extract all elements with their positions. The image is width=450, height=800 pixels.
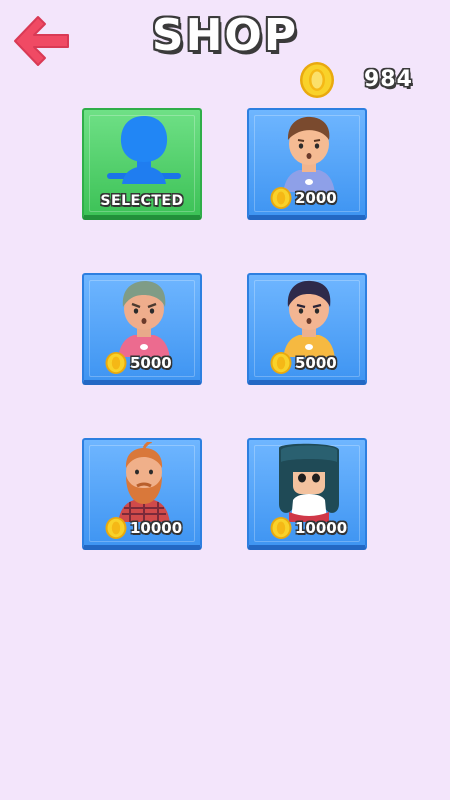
- coin-count: 984: [364, 67, 413, 92]
- price-tag: 5000: [104, 350, 172, 376]
- boy-dark-hair-yellow-shirt-icon: [283, 280, 335, 357]
- coin-icon: [300, 62, 334, 98]
- girl-long-hair-icon: [279, 443, 339, 522]
- price-label: 10000: [130, 519, 183, 537]
- shop-item-selected[interactable]: SELECTED: [82, 108, 202, 220]
- boy-blue-shirt-icon: [283, 116, 335, 192]
- price-tag: 5000: [269, 350, 337, 376]
- shop-item-2000[interactable]: 2000: [247, 108, 367, 220]
- price-tag: 2000: [269, 185, 337, 211]
- price-tag: 10000: [269, 515, 347, 541]
- boy-green-hair-pink-shirt-icon: [118, 281, 170, 357]
- shop-item-10000-a[interactable]: 10000: [82, 438, 202, 550]
- price-label: 10000: [295, 519, 348, 537]
- coin-icon: [270, 187, 292, 209]
- price-label: 5000: [130, 354, 172, 372]
- price-label: 5000: [295, 354, 337, 372]
- bearded-man-icon: [118, 442, 170, 522]
- coin-icon: [270, 517, 292, 539]
- selected-label: SELECTED: [100, 193, 184, 209]
- shop-item-5000-b[interactable]: 5000: [247, 273, 367, 385]
- page-title: SHOP: [151, 10, 299, 61]
- coin-balance: 984: [298, 61, 428, 101]
- price-label: 2000: [295, 189, 337, 207]
- price-tag: 10000: [104, 515, 182, 541]
- blue-silhouette-icon: [107, 116, 181, 184]
- coin-icon: [270, 352, 292, 374]
- shop-item-5000-a[interactable]: 5000: [82, 273, 202, 385]
- coin-icon: [105, 352, 127, 374]
- shop-item-10000-b[interactable]: 10000: [247, 438, 367, 550]
- coin-icon: [105, 517, 127, 539]
